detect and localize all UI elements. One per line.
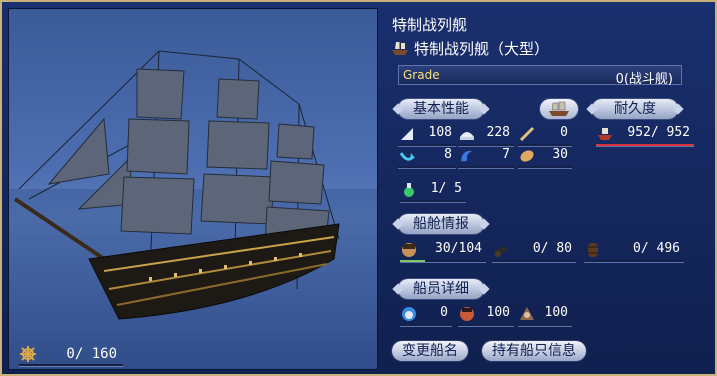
turning-value: 8 [444,147,452,162]
crew-c-bar [518,324,572,327]
stat-durability: 952/ 952 [596,124,694,147]
stat-rowing: 30 [518,146,572,169]
stat-wave-resist: 7 [458,146,514,169]
ship-detail-button[interactable] [540,99,578,119]
ship-type-label: 特制战列舰（大型） [414,39,550,58]
cargo-bar [584,260,684,263]
sail-icon [401,128,413,140]
stat-sail-speed: 108 [398,124,456,147]
grade-bar: Grade 0(战斗舰) [398,65,682,87]
stat-armor: 228 [458,124,514,147]
sail-speed-value: 108 [428,125,452,140]
durability-ship-icon [598,128,612,140]
crew-a-value: 0 [440,305,448,320]
cannons-value: 0/ 80 [532,241,572,256]
crew-gunner-icon [460,307,474,321]
ship-icon [549,101,569,116]
cargo-barrel-icon [588,243,598,257]
crew-c-value: 100 [544,305,568,320]
ship-type-row: 特制战列舰（大型） [390,38,549,58]
ship-type-icon [392,41,408,55]
wave-resist-bar [458,166,514,169]
stat-crew-b: 100 [458,304,514,327]
sailors-bar-fill [400,260,425,262]
upgrade-bar [400,200,466,203]
cannon-icon [494,246,509,257]
cannons-bar [492,260,576,263]
section-durability: 耐久度 [592,99,678,119]
ship-3d-view: 0/ 160 [8,8,378,370]
hull-plank-icon [520,150,534,162]
sailors-bar [400,260,486,263]
crew-b-value: 100 [486,305,510,320]
durability-bar-fill [596,144,694,146]
sailors-value: 30/104 [435,241,482,256]
rowing-value: 30 [552,147,568,162]
stat-cannon: 0 [518,124,572,147]
capacity-box: 0/ 160 [19,345,123,367]
stat-upgrade: 1/ 5 [400,180,466,203]
stat-crew-c: 100 [518,304,572,327]
crew-b-bar [458,324,514,327]
section-crew-details: 船员详细 [398,279,484,299]
crew-a-bar [400,324,452,327]
stat-turning: 8 [398,146,456,169]
stat-crew-a: 0 [400,304,452,327]
rename-ship-button[interactable]: 变更船名 [392,341,468,361]
durability-bar [596,144,694,147]
capacity-value: 0/ 160 [66,346,117,362]
turn-arrow-icon [399,152,415,161]
section-basic-performance: 基本性能 [398,99,484,119]
upgrade-value: 1/ 5 [430,181,462,196]
crew-navigator-icon [402,307,416,321]
cargo-value: 0/ 496 [633,241,680,256]
rowing-bar [518,166,572,169]
grade-label: Grade [403,68,440,82]
potion-icon [404,183,414,197]
ship-title: 特制战列舰 [392,16,468,34]
section-cabin-info: 船舱情报 [398,214,484,234]
oar-icon [519,126,535,142]
sailor-icon [402,243,416,257]
stat-cannons: 0/ 80 [492,240,576,263]
ship-panel: 0/ 160 特制战列舰 特制战列舰（大型） Grade 0(战斗舰) 基本性能… [0,0,717,376]
durability-value: 952/ 952 [627,125,690,140]
wave-resist-value: 7 [502,147,510,162]
cannon-value: 0 [560,125,568,140]
grade-value: 0(战斗舰) [615,72,673,87]
capacity-bar [19,364,123,367]
crew-sailor-icon [520,307,534,320]
wave-icon [461,150,472,162]
turning-bar [398,166,456,169]
stat-sailors: 30/104 [400,240,486,263]
owned-ship-info-button[interactable]: 持有船只信息 [482,341,586,361]
stat-cargo: 0/ 496 [584,240,684,263]
armor-icon [460,132,474,140]
ship-wheel-icon [20,346,36,362]
armor-value: 228 [486,125,510,140]
ship-illustration [9,50,377,369]
